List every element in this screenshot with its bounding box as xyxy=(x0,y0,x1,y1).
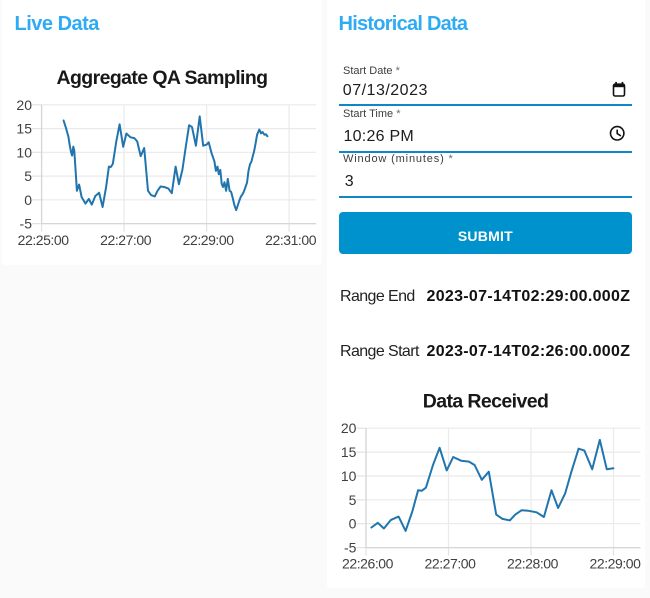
svg-text:Data Received: Data Received xyxy=(423,390,549,412)
svg-text:22:28:00: 22:28:00 xyxy=(507,555,559,571)
svg-text:0: 0 xyxy=(349,516,357,532)
svg-text:22:26:00: 22:26:00 xyxy=(342,555,394,571)
svg-text:22:29:00: 22:29:00 xyxy=(590,555,642,571)
svg-text:22:27:00: 22:27:00 xyxy=(425,555,477,571)
svg-text:15: 15 xyxy=(341,444,357,460)
svg-text:20: 20 xyxy=(341,420,357,436)
svg-text:5: 5 xyxy=(349,492,357,508)
svg-text:-5: -5 xyxy=(344,540,357,556)
svg-text:10: 10 xyxy=(341,468,357,484)
